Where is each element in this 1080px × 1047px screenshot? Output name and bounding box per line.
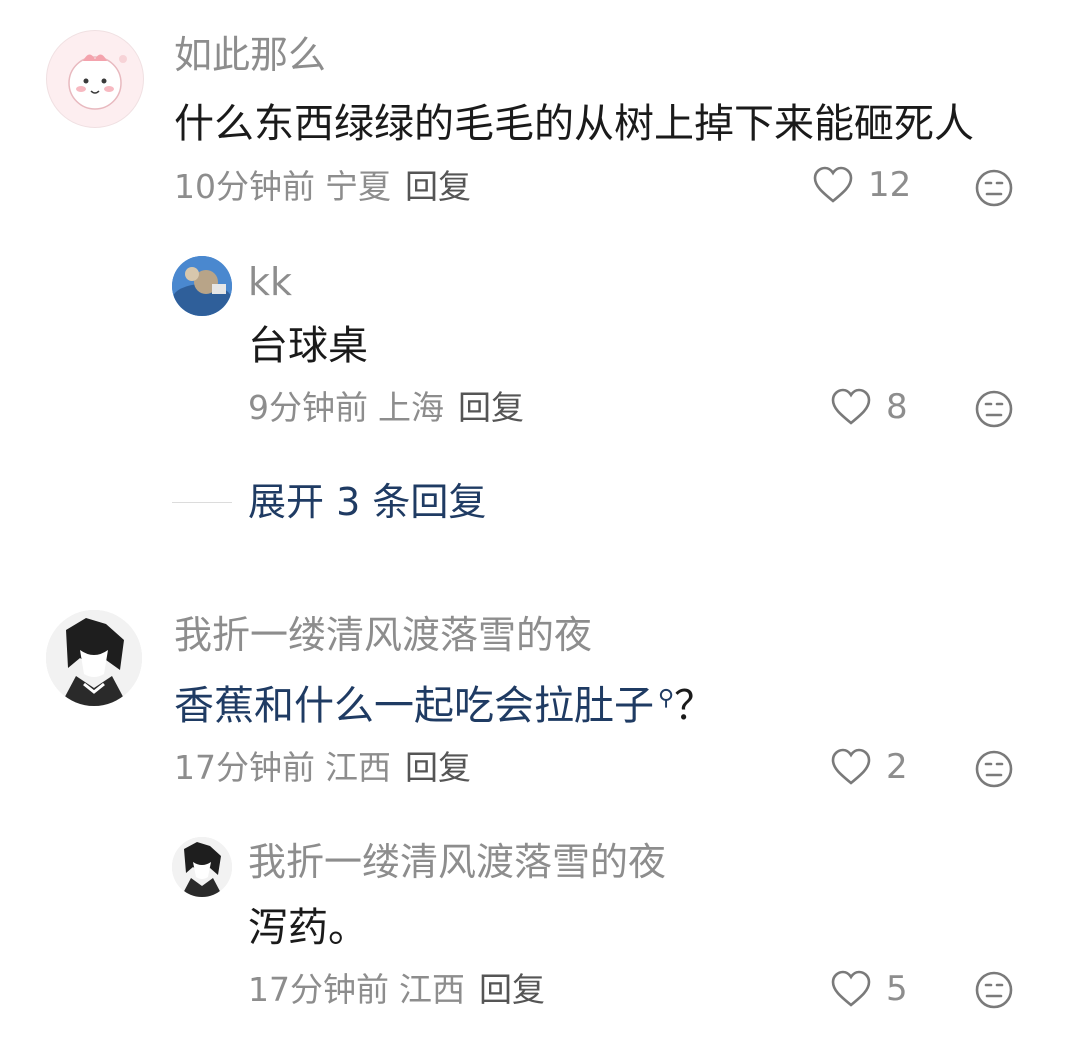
monochrome-anime-avatar-icon [172,837,232,897]
expand-divider [172,502,232,503]
heart-icon [831,970,871,1007]
comment-meta: 10分钟前 宁夏 回复 [174,170,471,203]
avatar[interactable] [46,610,142,706]
dislike-button[interactable] [974,389,1014,429]
pink-cartoon-avatar-icon [68,54,127,110]
reply-location: 江西 [399,970,465,1009]
reply-time: 17分钟前 [248,970,389,1009]
reply-meta: 17分钟前 江西 回复 [248,973,545,1006]
reply-location: 上海 [378,388,444,427]
reply-button[interactable]: 回复 [405,167,471,206]
neutral-face-icon [975,750,1013,788]
comment-meta: 17分钟前 江西 回复 [174,751,471,784]
like-button[interactable]: 2 [830,748,908,786]
monochrome-anime-avatar-icon [46,610,142,706]
comment-text[interactable]: 香蕉和什么一起吃会拉肚子 ⚲？ [174,686,714,726]
comment-location: 宁夏 [325,167,391,206]
comment-time: 10分钟前 [174,167,315,206]
reply-button[interactable]: 回复 [479,970,545,1009]
reply-meta: 9分钟前 上海 回复 [248,391,524,424]
expand-replies-button[interactable]: 展开 3 条回复 [248,483,486,521]
heart-icon [813,166,853,203]
comment-author[interactable]: 我折一缕清风渡落雪的夜 [174,616,592,654]
reply-author[interactable]: 我折一缕清风渡落雪的夜 [248,843,666,881]
heart-icon [831,748,871,785]
search-icon[interactable]: ⚲ [658,686,674,711]
reply-author[interactable]: kk [248,263,292,301]
reply-text[interactable]: 台球桌 [248,326,368,366]
comment-time: 17分钟前 [174,748,315,787]
avatar[interactable] [46,30,144,128]
comment-location: 江西 [325,748,391,787]
comment-text[interactable]: 什么东西绿绿的毛毛的从树上掉下来能砸死人 [174,104,974,144]
like-button[interactable]: 12 [812,166,911,204]
avatar[interactable] [172,837,232,897]
comment-text-link[interactable]: 香蕉和什么一起吃会拉肚子 [174,683,654,729]
reply-button[interactable]: 回复 [405,748,471,787]
reply-button[interactable]: 回复 [458,388,524,427]
avatar[interactable] [172,256,232,316]
like-count: 5 [886,969,908,1009]
comment-text-suffix: ？ [674,683,715,729]
dislike-button[interactable] [974,749,1014,789]
like-count: 2 [886,747,908,787]
neutral-face-icon [975,169,1013,207]
reply-time: 9分钟前 [248,388,368,427]
reply-text[interactable]: 泻药。 [248,908,368,948]
like-button[interactable]: 8 [830,388,908,426]
heart-icon [831,388,871,425]
dislike-button[interactable] [974,168,1014,208]
like-count: 12 [868,165,912,205]
blue-photo-avatar-icon [172,256,232,316]
neutral-face-icon [975,390,1013,428]
dislike-button[interactable] [974,970,1014,1010]
comment-author[interactable]: 如此那么 [174,36,326,74]
like-button[interactable]: 5 [830,970,908,1008]
like-count: 8 [886,387,908,427]
neutral-face-icon [975,971,1013,1009]
